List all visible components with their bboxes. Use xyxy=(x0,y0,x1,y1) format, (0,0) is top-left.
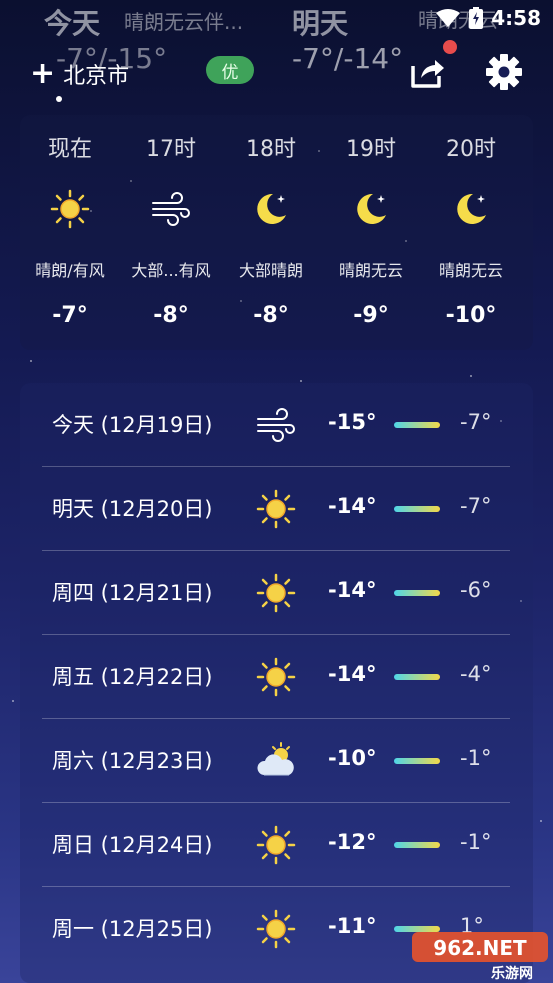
add-city-icon[interactable]: + xyxy=(30,59,55,89)
hour-condition: 大部...有风 xyxy=(131,261,211,280)
day-high-temp: -6° xyxy=(460,578,492,602)
hour-time: 现在 xyxy=(47,137,92,162)
sun-icon xyxy=(50,189,90,229)
sun-icon xyxy=(256,489,296,529)
day-label: 周六 (12月23日) xyxy=(52,749,213,773)
gear-icon[interactable] xyxy=(484,52,524,92)
hour-condition: 晴朗无云 xyxy=(438,261,503,280)
day-high-temp: -1° xyxy=(460,746,492,770)
clock: 4:58 xyxy=(491,6,541,30)
hour-condition: 晴朗无云 xyxy=(338,261,403,280)
day-low-temp: -15° xyxy=(328,410,377,434)
day-high-temp: -7° xyxy=(460,410,492,434)
daily-row[interactable]: 周日 (12月24日) -12° -1° xyxy=(42,803,510,887)
sun-icon xyxy=(256,573,296,613)
hour-time: 17时 xyxy=(146,137,196,162)
city-name: 北京市 xyxy=(63,64,130,89)
day-label: 明天 (12月20日) xyxy=(52,497,213,521)
day-label: 周日 (12月24日) xyxy=(52,833,213,857)
moon-icon xyxy=(257,193,286,224)
day-low-temp: -14° xyxy=(328,578,377,602)
moon-icon xyxy=(357,193,386,224)
city-selector[interactable]: + 北京市 xyxy=(30,58,129,90)
hour-condition: 晴朗/有风 xyxy=(35,261,105,280)
day-low-temp: -10° xyxy=(328,746,377,770)
day-high-temp: -4° xyxy=(460,662,492,686)
day-low-temp: -14° xyxy=(328,494,377,518)
sun-icon xyxy=(256,909,296,949)
daily-row[interactable]: 周五 (12月22日) -14° -4° xyxy=(42,635,510,719)
moon-icon xyxy=(457,193,486,224)
day-high-temp: -7° xyxy=(460,494,492,518)
hour-temp: -10° xyxy=(445,303,497,328)
hour-condition: 大部晴朗 xyxy=(238,261,303,280)
daily-row[interactable]: 今天 (12月19日) -15° -7° xyxy=(42,383,510,467)
temp-range-bar xyxy=(394,758,440,764)
sun-icon xyxy=(256,825,296,865)
hour-time: 18时 xyxy=(246,137,296,162)
tomorrow-label: 明天 xyxy=(292,7,349,40)
hour-time: 20时 xyxy=(446,137,496,162)
status-bar: 4:58 xyxy=(435,6,541,30)
daily-row[interactable]: 明天 (12月20日) -14° -7° xyxy=(42,467,510,551)
battery-charging-icon xyxy=(469,7,484,29)
watermark-text: 962.NET xyxy=(433,936,527,960)
day-high-temp: -1° xyxy=(460,830,492,854)
today-condition: 晴朗无云伴... xyxy=(124,10,244,34)
day-low-temp: -14° xyxy=(328,662,377,686)
hour-temp: -8° xyxy=(253,303,289,328)
hour-time: 19时 xyxy=(346,137,396,162)
share-icon[interactable] xyxy=(407,52,447,92)
day-label: 今天 (12月19日) xyxy=(52,413,213,437)
aqi-badge[interactable]: 优 xyxy=(206,56,254,84)
hour-temp: -9° xyxy=(353,303,389,328)
temp-range-bar xyxy=(394,506,440,512)
wind-icon xyxy=(257,408,295,442)
tomorrow-temp-range: -7°/-14° xyxy=(292,42,404,75)
daily-forecast: 今天 (12月19日) -15° -7° 明天 (12月20日) -14° -7… xyxy=(20,383,533,983)
day-label: 周一 (12月25日) xyxy=(52,917,213,941)
sun-icon xyxy=(256,657,296,697)
watermark-logo: 962.NET 乐游网 xyxy=(412,932,548,980)
wifi-icon xyxy=(436,9,461,27)
hourly-forecast[interactable]: 现在 晴朗/有风 -7° 17时 大部...有风 -8° 18时 大部晴朗 -8… xyxy=(20,115,533,350)
hour-temp: -7° xyxy=(52,303,88,328)
notification-dot xyxy=(443,40,457,54)
cloudy-icon xyxy=(257,742,294,776)
wind-icon xyxy=(152,192,190,226)
temp-range-bar xyxy=(394,674,440,680)
day-label: 周五 (12月22日) xyxy=(52,665,213,689)
today-label: 今天 xyxy=(44,7,101,40)
temp-range-bar xyxy=(394,590,440,596)
day-low-temp: -12° xyxy=(328,830,377,854)
day-label: 周四 (12月21日) xyxy=(52,581,213,605)
page-indicator-dot xyxy=(56,96,62,102)
daily-row[interactable]: 周六 (12月23日) -10° -1° xyxy=(42,719,510,803)
hour-temp: -8° xyxy=(153,303,189,328)
temp-range-bar xyxy=(394,422,440,428)
day-low-temp: -11° xyxy=(328,914,377,938)
daily-row[interactable]: 周四 (12月21日) -14° -6° xyxy=(42,551,510,635)
temp-range-bar xyxy=(394,842,440,848)
watermark-subtext: 乐游网 xyxy=(491,965,533,980)
